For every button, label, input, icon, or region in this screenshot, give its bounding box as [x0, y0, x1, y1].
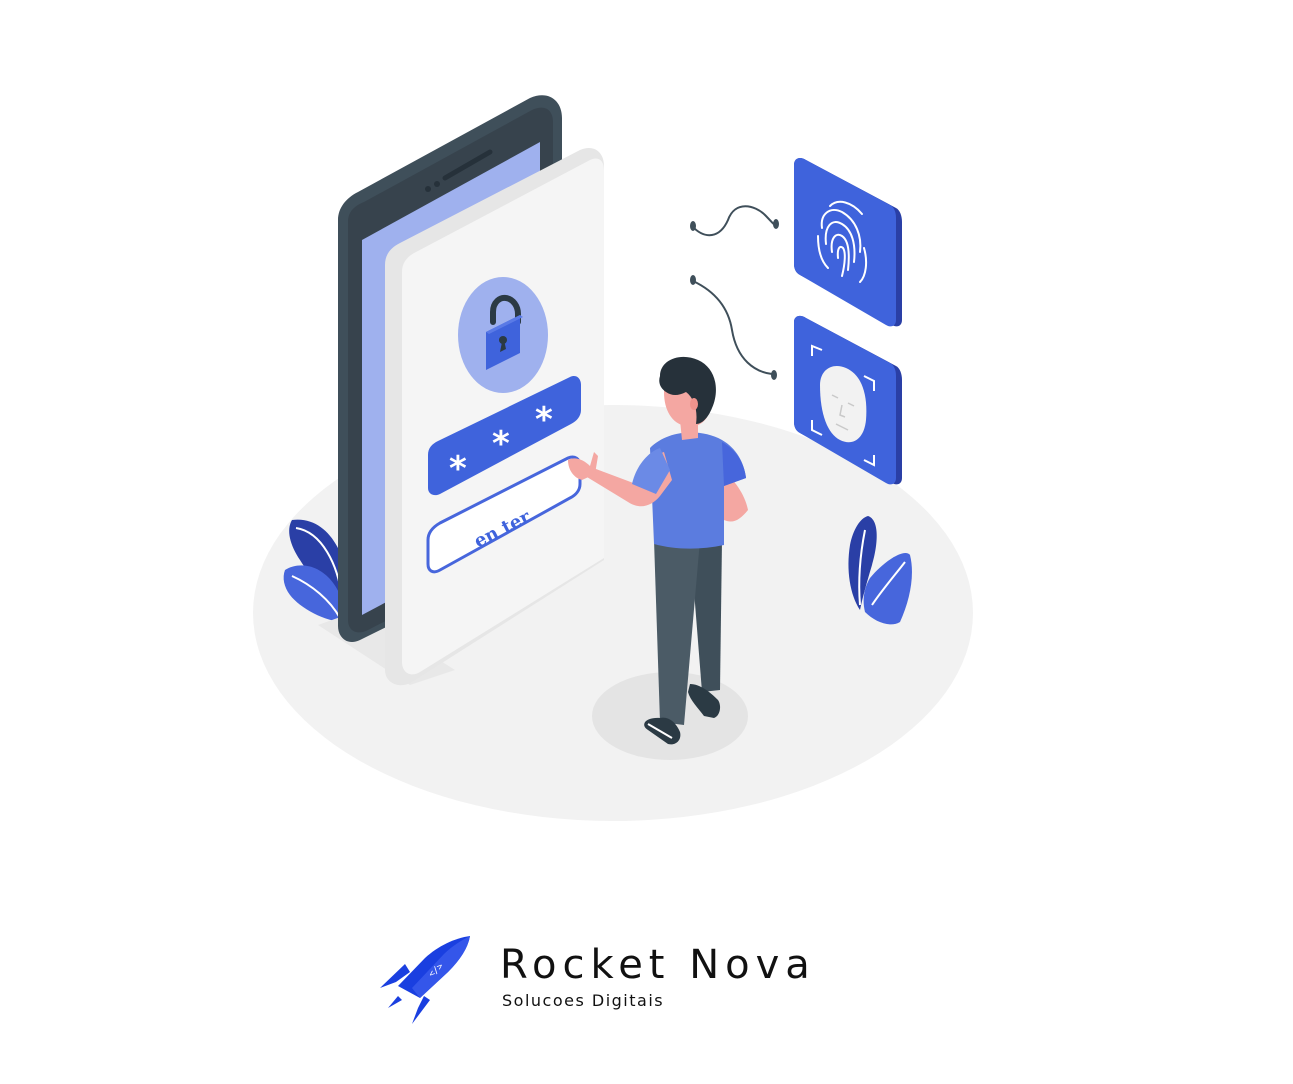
brand-name: Rocket Nova [500, 942, 816, 988]
svg-text:*: * [535, 400, 553, 440]
connector-endpoints [690, 219, 779, 380]
lock-badge [458, 277, 548, 393]
brand-tagline: Solucoes Digitais [502, 991, 664, 1010]
svg-text:*: * [449, 449, 467, 489]
login-illustration-scene: * * * en ter </> Rocket Nova Solucoes Di… [253, 95, 973, 1024]
connector-wires [691, 205, 777, 375]
brand-logo: </> Rocket Nova Solucoes Digitais [380, 936, 816, 1024]
rocket-logo-icon: </> [380, 936, 470, 1024]
svg-text:*: * [492, 424, 510, 464]
fingerprint-tile [794, 157, 902, 327]
